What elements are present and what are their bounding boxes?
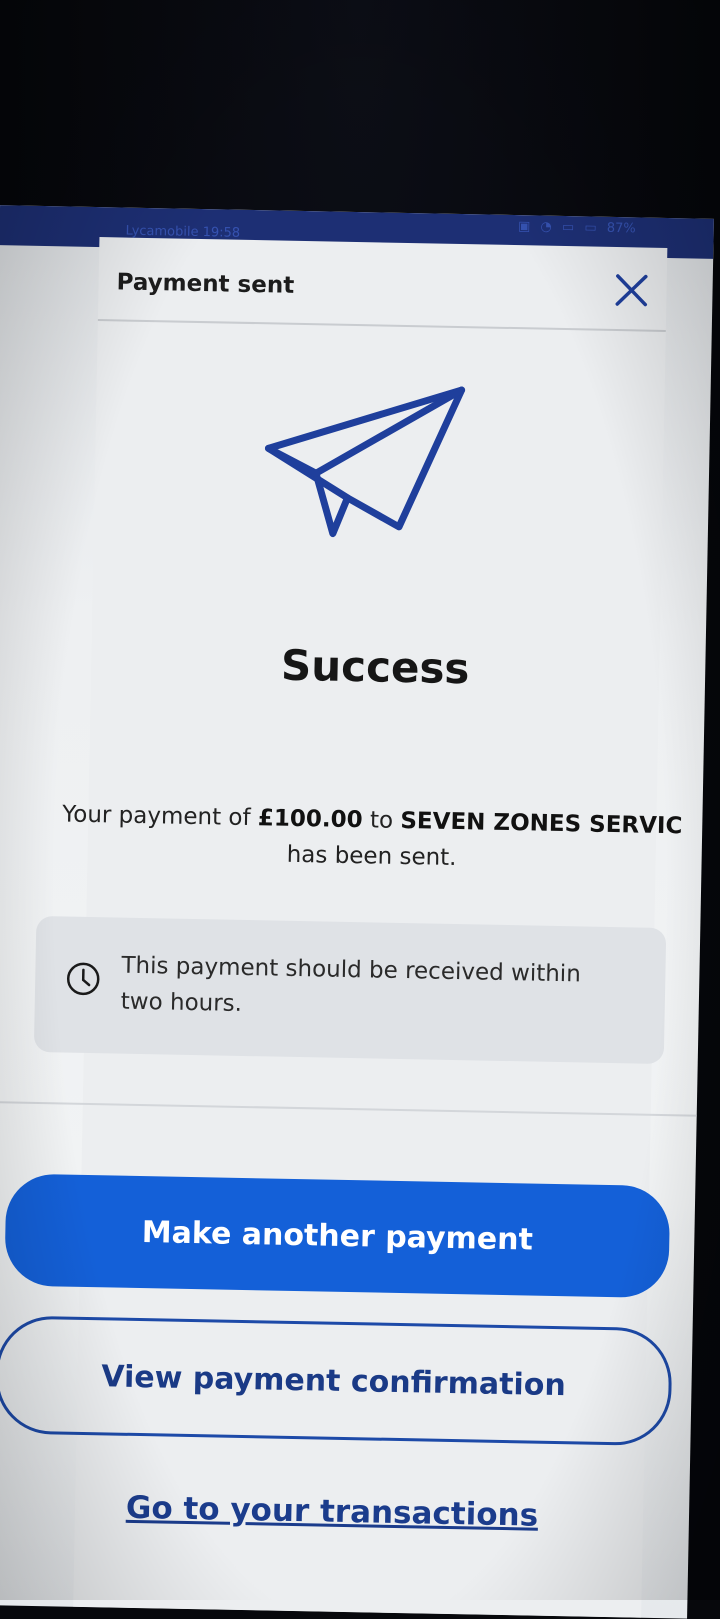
status-icons: ▣ ◔ ▭ ▭ 87% xyxy=(512,219,636,236)
paper-plane-icon xyxy=(259,380,472,544)
make-another-payment-button[interactable]: Make another payment xyxy=(4,1173,670,1298)
payment-message: Your payment of £100.00 to SEVEN ZONES S… xyxy=(57,796,686,880)
message-prefix: Your payment of xyxy=(62,801,258,831)
info-text: This payment should be received within t… xyxy=(120,948,625,1030)
nfc-icon: ▣ xyxy=(518,219,531,234)
message-middle: to xyxy=(362,807,400,834)
clock-icon xyxy=(65,961,102,998)
page-title: Payment sent xyxy=(116,269,294,298)
info-box: This payment should be received within t… xyxy=(34,916,666,1064)
view-payment-confirmation-button[interactable]: View payment confirmation xyxy=(0,1315,673,1446)
phone-screen: Lycamobile 19:58 ▣ ◔ ▭ ▭ 87% Payment sen… xyxy=(0,205,714,1618)
sheet-header: Payment sent xyxy=(98,237,668,332)
wifi-icon: ▭ xyxy=(562,220,575,235)
close-icon xyxy=(612,271,651,310)
payee-name: SEVEN ZONES SERVIC xyxy=(400,808,682,839)
signal-icon: ◔ xyxy=(540,220,552,235)
battery-icon: ▭ xyxy=(584,220,597,235)
message-suffix: has been sent. xyxy=(286,842,456,871)
close-button[interactable] xyxy=(612,271,651,310)
success-heading: Success xyxy=(91,637,660,697)
battery-level: 87% xyxy=(607,221,636,237)
payment-amount: £100.00 xyxy=(258,805,363,833)
